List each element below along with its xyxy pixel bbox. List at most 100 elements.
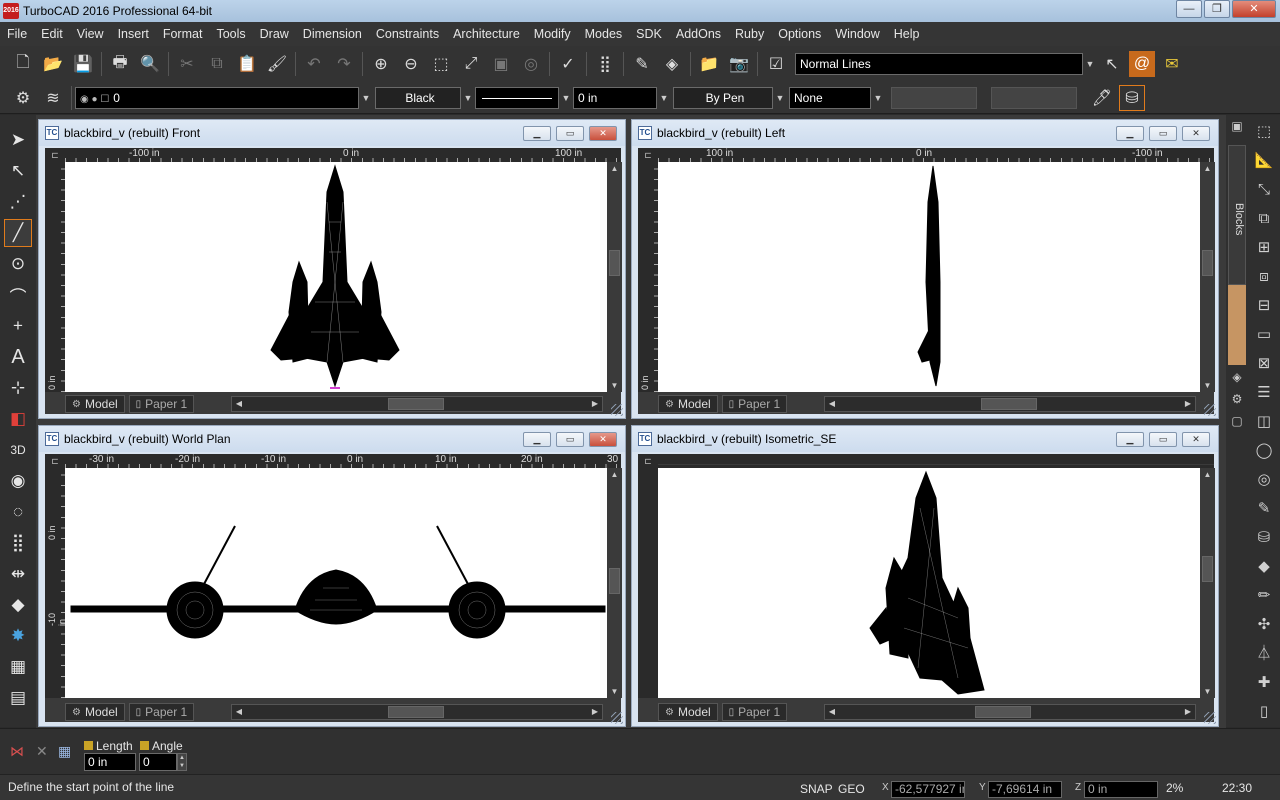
layer-dropdown-icon[interactable]: ▼ [359,87,373,109]
pen-style-select[interactable] [475,86,559,109]
help-pointer-icon[interactable]: ↖ [1099,51,1125,77]
scroll-down-icon[interactable]: ▼ [1200,687,1215,696]
brush-icon[interactable]: 🖊 [1089,85,1115,111]
dotted-line-icon[interactable]: ⋰ [4,188,32,216]
ruler-icon[interactable]: 📐 [1250,146,1278,175]
menu-addons[interactable]: AddOns [669,27,728,41]
scroll-down-icon[interactable]: ▼ [607,381,622,390]
pen-width-select[interactable]: 0 in [573,86,657,109]
copy-icon[interactable]: ⧉ [204,51,230,77]
scroll-up-icon[interactable]: ▲ [607,470,622,479]
scrollbar-thumb[interactable] [1202,556,1213,582]
menu-edit[interactable]: Edit [34,27,70,41]
cut-icon[interactable]: ✂ [174,51,200,77]
line-style-select[interactable]: Normal Lines [795,53,1083,75]
close-button[interactable]: ✕ [589,432,617,447]
maximize-button[interactable]: ▭ [556,126,584,141]
edit-tool-icon[interactable]: ↖ [4,157,32,185]
format-painter-icon[interactable]: 🖌 [264,51,290,77]
pen-width-dropdown-icon[interactable]: ▼ [657,87,671,109]
length-input[interactable]: 0 in [84,753,136,771]
material-panel-icon[interactable]: ◆ [1250,552,1278,581]
palette-tool-icon[interactable]: ▦ [4,653,32,681]
line-tool-icon[interactable]: ╱ [4,219,32,247]
surface-tool-icon[interactable]: ◉ [4,467,32,495]
snap-toggle[interactable]: SNAP [800,782,833,800]
menu-draw[interactable]: Draw [253,27,296,41]
menu-window[interactable]: Window [828,27,886,41]
hatch-icon[interactable]: ⊠ [1250,349,1278,378]
render-icon[interactable]: ✎ [629,51,655,77]
scrollbar-thumb[interactable] [981,398,1037,410]
print-preview-icon[interactable]: 🔍 [137,51,163,77]
cylinder-icon[interactable]: ⛁ [1250,523,1278,552]
paper-tab[interactable]: ▯ Paper 1 [128,395,195,413]
lock-icon[interactable] [140,741,149,750]
horizontal-scrollbar[interactable]: ◀ ▶ [824,396,1196,412]
scrollbar-thumb[interactable] [975,706,1031,718]
gear-tool-icon[interactable]: ✸ [4,622,32,650]
model-tab[interactable]: ⚙ Model [65,395,125,413]
new-file-icon[interactable]: 🗋 [10,51,36,77]
select-arrow-icon[interactable]: ➤ [4,126,32,154]
geo-toggle[interactable]: GEO [838,782,865,800]
menu-file[interactable]: File [0,27,34,41]
scroll-up-icon[interactable]: ▲ [607,164,622,173]
cabinet-icon[interactable]: ▭ [1250,320,1278,349]
color-dropdown-icon[interactable]: ▼ [461,87,475,109]
shapes-tool-icon[interactable]: ◧ [4,405,32,433]
scrollbar-thumb[interactable] [388,706,444,718]
camera-icon[interactable]: 📷 [726,51,752,77]
undo-icon[interactable]: ↶ [301,51,327,77]
menu-dimension[interactable]: Dimension [296,27,369,41]
circle-tool-icon[interactable]: ⊙ [4,250,32,278]
vertical-scrollbar[interactable]: ▲ ▼ [607,468,622,698]
text-tool-icon[interactable]: A [4,343,32,371]
minimize-button[interactable]: ▁ [1116,432,1144,447]
menu-insert[interactable]: Insert [111,27,156,41]
palette-icon-2[interactable]: ⚙ [1228,392,1246,414]
grid-tool-icon[interactable]: ⣿ [4,529,32,557]
paper-tab[interactable]: ▯ Paper 1 [721,395,788,413]
menu-options[interactable]: Options [771,27,828,41]
scrollbar-thumb[interactable] [388,398,444,410]
menu-constraints[interactable]: Constraints [369,27,446,41]
pen-dropdown-icon[interactable]: ▼ [773,87,787,109]
maximize-button[interactable]: ❐ [1204,0,1230,18]
gear-icon[interactable]: ⚙ [10,85,36,111]
zoom-extents-icon[interactable]: ⤢ [458,51,484,77]
zoom-page-icon[interactable]: ▣ [488,51,514,77]
filter-icon[interactable]: ⏃ [1250,639,1278,668]
scroll-down-icon[interactable]: ▼ [1200,381,1215,390]
minimize-button[interactable]: ▁ [1116,126,1144,141]
maximize-button[interactable]: ▭ [556,432,584,447]
blocks-icon[interactable]: ⧉ [1250,204,1278,233]
left-view-drawing[interactable] [658,162,1200,392]
menu-architecture[interactable]: Architecture [446,27,527,41]
plus-icon[interactable]: ✚ [1250,668,1278,697]
paper-tab[interactable]: ▯ Paper 1 [128,703,195,721]
puzzle-icon[interactable]: ✣ [1250,610,1278,639]
scroll-left-icon[interactable]: ◀ [232,397,246,411]
save-icon[interactable]: 💾 [70,51,96,77]
frame-icon[interactable]: ◫ [1250,407,1278,436]
redo-icon[interactable]: ↷ [331,51,357,77]
table-icon[interactable]: ▦ [58,743,71,760]
blocks-tab[interactable]: Blocks [1228,145,1246,285]
horizontal-scrollbar[interactable]: ◀ ▶ [824,704,1196,720]
model-tab[interactable]: ⚙ Model [65,703,125,721]
menu-ruby[interactable]: Ruby [728,27,771,41]
magnet-icon[interactable]: ⋈ [10,743,24,760]
plan-view-drawing[interactable] [65,468,607,698]
resize-grip-icon[interactable] [1204,712,1216,724]
menu-modify[interactable]: Modify [527,27,578,41]
properties-icon[interactable]: ☑ [763,51,789,77]
door-icon[interactable]: ▯ [1250,697,1278,726]
resize-grip-icon[interactable] [611,404,623,416]
scroll-right-icon[interactable]: ▶ [1181,397,1195,411]
cube-icon[interactable]: ⬚ [1250,117,1278,146]
paint-icon[interactable]: ✎ [1250,494,1278,523]
scrollbar-thumb[interactable] [609,568,620,594]
horizontal-scrollbar[interactable]: ◀ ▶ [231,704,603,720]
resize-grip-icon[interactable] [611,712,623,724]
